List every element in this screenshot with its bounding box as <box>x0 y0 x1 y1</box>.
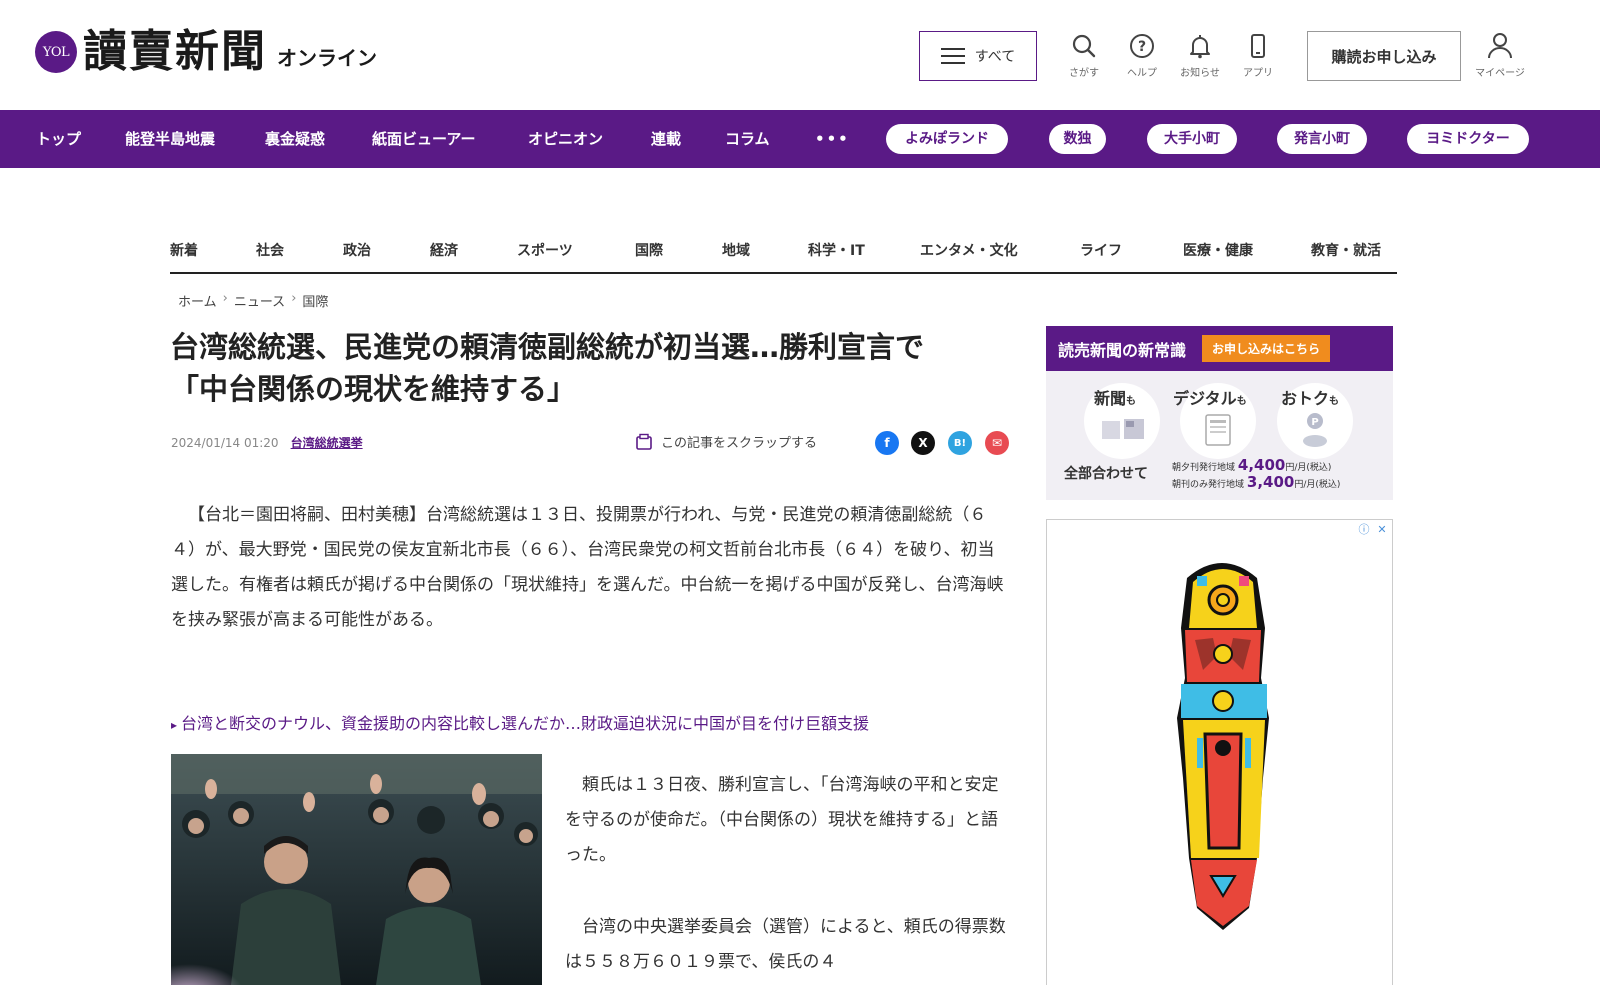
promo-label-newspaper: 新聞も <box>1094 389 1137 408</box>
chevron-right-icon: › <box>222 291 228 306</box>
article-paragraph: 頼氏は１３日夜、勝利宣言し、「台湾海峡の平和と安定を守るのが使命だ。（中台関係の… <box>565 775 999 865</box>
ad-close-icon[interactable]: ✕ <box>1374 522 1390 538</box>
app-label: アプリ <box>1243 68 1273 79</box>
site-header: YOL 讀賣新聞 オンライン すべて さがす ? ヘルプ お知らせ アプリ 購読… <box>0 0 1600 110</box>
all-menu-label: すべて <box>974 49 1016 65</box>
section-tab-education[interactable]: 教育・就活 <box>1311 240 1381 260</box>
nav-item-top[interactable]: トップ <box>36 110 81 168</box>
share-facebook-icon[interactable]: f <box>875 431 899 455</box>
scrap-label: この記事をスクラップする <box>661 436 818 451</box>
search-icon <box>1059 32 1109 60</box>
nav-item-opinion[interactable]: オピニオン <box>528 110 603 168</box>
help-label: ヘルプ <box>1127 68 1157 79</box>
section-tab-sports[interactable]: スポーツ <box>517 240 573 260</box>
promo-headline: 読売新聞の新常識 <box>1058 340 1187 360</box>
article-title-line1: 台湾総統選、民進党の頼清徳副総統が初当選…勝利宣言で <box>170 330 925 364</box>
notification-label: お知らせ <box>1180 68 1220 79</box>
section-nav: 新着 社会 政治 経済 スポーツ 国際 地域 科学・IT エンタメ・文化 ライフ… <box>170 230 1397 274</box>
promo-label-digital: デジタルも <box>1173 389 1247 408</box>
scrap-button[interactable]: この記事をスクラップする <box>635 432 817 451</box>
promo-label-value: おトクも <box>1281 389 1340 408</box>
section-tab-science-it[interactable]: 科学・IT <box>808 240 865 260</box>
share-hatena-icon[interactable]: B! <box>948 431 972 455</box>
logo-wordmark: 讀賣新聞 <box>83 26 267 77</box>
user-icon <box>1470 32 1530 60</box>
help-button[interactable]: ? ヘルプ <box>1117 32 1167 79</box>
article-photo[interactable] <box>171 754 542 985</box>
section-tab-health[interactable]: 医療・健康 <box>1183 240 1253 260</box>
section-tab-life[interactable]: ライフ <box>1080 240 1122 260</box>
subscription-promo-banner[interactable]: 読売新聞の新常識 お申し込みはこちら P 新聞も デジタルも おトクも 全部合わ… <box>1046 326 1393 500</box>
breadcrumb-news[interactable]: ニュース <box>234 291 285 310</box>
svg-text:P: P <box>1311 417 1318 428</box>
section-tab-regional[interactable]: 地域 <box>722 240 750 260</box>
subscribe-button[interactable]: 購読お申し込み <box>1307 31 1461 81</box>
article-tag[interactable]: 台湾総統選挙 <box>291 434 363 451</box>
clipboard-icon <box>636 433 652 450</box>
promo-body: P 新聞も デジタルも おトクも 全部合わせて 朝夕刊発行地域 4,400円/月… <box>1046 371 1393 500</box>
nav-item-column[interactable]: コラム <box>725 110 770 168</box>
nav-item-series[interactable]: 連載 <box>651 110 681 168</box>
help-icon: ? <box>1117 32 1167 60</box>
section-tab-economy[interactable]: 経済 <box>430 240 458 260</box>
nav-item-slush-fund[interactable]: 裏金疑惑 <box>265 110 325 168</box>
site-logo[interactable]: YOL 讀賣新聞 オンライン <box>35 30 377 74</box>
notification-button[interactable]: お知らせ <box>1175 32 1225 79</box>
hamburger-icon <box>940 48 965 64</box>
pill-sudoku[interactable]: 数独 <box>1049 124 1106 154</box>
mypage-button[interactable]: マイページ <box>1470 32 1530 79</box>
pill-yomidr[interactable]: ヨミドクター <box>1407 124 1529 154</box>
svg-text:?: ? <box>1138 39 1146 55</box>
yol-badge: YOL <box>35 31 77 73</box>
breadcrumb-home[interactable]: ホーム <box>178 291 217 310</box>
promo-all-label: 全部合わせて <box>1064 466 1148 482</box>
article-date: 2024/01/14 01:20 <box>171 435 279 450</box>
ad-controls: ⓘ ✕ <box>1356 522 1390 538</box>
promo-price-morning-evening: 朝夕刊発行地域 4,400円/月(税込) <box>1172 456 1332 474</box>
nav-item-noto-earthquake[interactable]: 能登半島地震 <box>125 110 215 168</box>
phone-icon <box>1233 32 1283 60</box>
pill-hatsugen-komachi[interactable]: 発言小町 <box>1277 124 1367 154</box>
bell-icon <box>1175 32 1225 60</box>
mypage-label: マイページ <box>1475 68 1525 79</box>
logo-subtitle: オンライン <box>277 45 377 70</box>
pill-ote-komachi[interactable]: 大手小町 <box>1147 124 1237 154</box>
chevron-right-icon: › <box>291 291 297 306</box>
article-lead: 【台北＝園田将嗣、田村美穂】台湾総統選は１３日、投開票が行われ、与党・民進党の頼… <box>171 505 1004 630</box>
article-title-line2: 「中台関係の現状を維持する」 <box>170 372 577 406</box>
article-meta: 2024/01/14 01:20 台湾総統選挙 <box>171 434 363 451</box>
section-tab-entertainment[interactable]: エンタメ・文化 <box>920 240 1018 260</box>
pill-yomipo-land[interactable]: よみぽランド <box>886 124 1008 154</box>
section-tab-politics[interactable]: 政治 <box>343 240 371 260</box>
search-button[interactable]: さがす <box>1059 32 1109 79</box>
article-title: 台湾総統選、民進党の頼清徳副総統が初当選…勝利宣言で 「中台関係の現状を維持する… <box>170 326 1020 410</box>
promo-header: 読売新聞の新常識 お申し込みはこちら <box>1046 326 1393 371</box>
section-tab-latest[interactable]: 新着 <box>170 240 198 260</box>
share-mail-icon[interactable]: ✉ <box>985 431 1009 455</box>
breadcrumb-international[interactable]: 国際 <box>302 291 328 310</box>
ad-artwork-pin <box>1177 563 1269 930</box>
nav-more-button[interactable]: ••• <box>815 110 850 168</box>
nav-item-viewer[interactable]: 紙面ビューアー <box>372 110 476 168</box>
app-button[interactable]: アプリ <box>1233 32 1283 79</box>
breadcrumb: ホーム › ニュース › 国際 <box>178 291 328 310</box>
search-label: さがす <box>1069 68 1099 79</box>
article-paragraph: 台湾の中央選挙委員会（選管）によると、頼氏の得票数は５５８万６０１９票で、侯氏の… <box>565 917 1006 972</box>
ad-info-icon[interactable]: ⓘ <box>1356 522 1372 538</box>
promo-price-morning-only: 朝刊のみ発行地域 3,400円/月(税込) <box>1172 473 1341 491</box>
section-tab-international[interactable]: 国際 <box>635 240 663 260</box>
main-nav: トップ 能登半島地震 裏金疑惑 紙面ビューアー オピニオン 連載 コラム •••… <box>0 110 1600 168</box>
promo-cta[interactable]: お申し込みはこちら <box>1202 335 1331 362</box>
related-article-link[interactable]: 台湾と断交のナウル、資金援助の内容比較し選んだか…財政逼迫状況に中国が目を付け巨… <box>171 710 869 734</box>
all-menu-button[interactable]: すべて <box>919 31 1037 81</box>
share-x-icon[interactable]: X <box>911 431 935 455</box>
sidebar-advertisement[interactable]: ⓘ ✕ <box>1046 519 1393 985</box>
section-tab-society[interactable]: 社会 <box>256 240 284 260</box>
